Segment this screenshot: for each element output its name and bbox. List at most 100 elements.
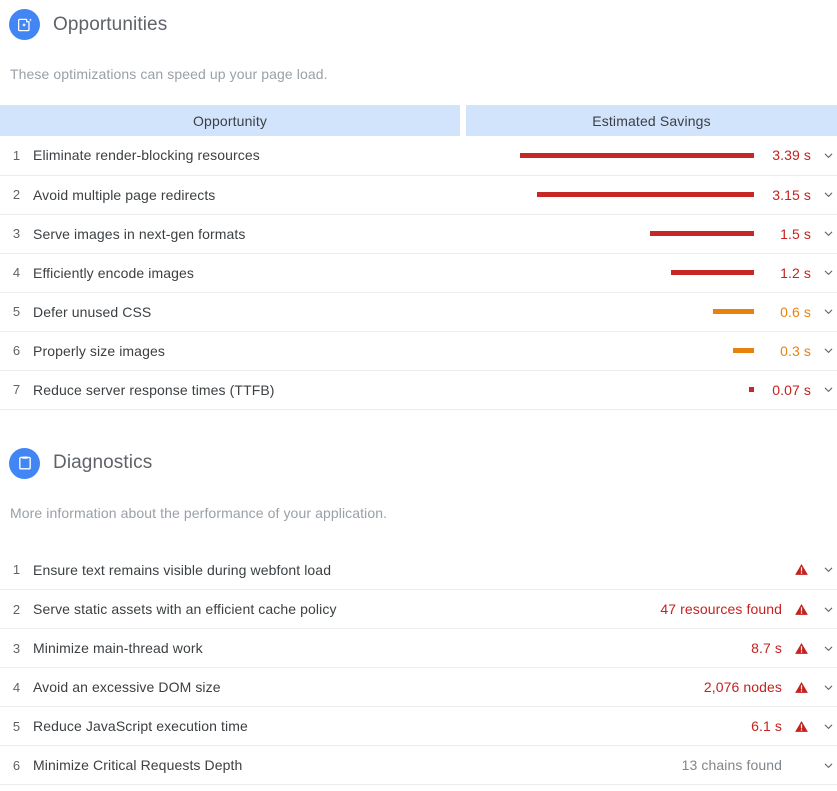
savings-value: 3.15 s (772, 186, 811, 203)
row-index: 4 (0, 667, 33, 707)
diagnostic-label: Avoid an excessive DOM size (33, 667, 463, 707)
savings-bar-track (463, 270, 765, 275)
savings-bar (650, 231, 754, 236)
opportunity-label: Defer unused CSS (33, 292, 463, 332)
clipboard-icon (9, 447, 40, 479)
opportunity-label: Efficiently encode images (33, 253, 463, 293)
savings-value: 0.3 s (780, 342, 811, 359)
diagnostic-label: Minimize Critical Requests Depth (33, 745, 463, 785)
column-header-opportunity: Opportunity (0, 105, 466, 136)
diagnostic-value: 13 chains found (681, 757, 782, 773)
opportunities-section: Opportunities These optimizations can sp… (0, 0, 837, 410)
warning-triangle-icon (792, 680, 811, 695)
table-row[interactable]: 2 Avoid multiple page redirects 3.15 s (0, 175, 837, 215)
table-row[interactable]: 3 Minimize main-thread work 8.7 s (0, 628, 837, 668)
diagnostics-description: More information about the performance o… (10, 504, 388, 521)
diagnostics-table-body: 1 Ensure text remains visible during webf… (0, 550, 837, 785)
row-index: 1 (0, 136, 33, 176)
table-row[interactable]: 1 Ensure text remains visible during webf… (0, 550, 837, 590)
table-row[interactable]: 4 Efficiently encode images 1.2 s (0, 253, 837, 293)
row-index: 5 (0, 292, 33, 332)
row-index: 6 (0, 331, 33, 371)
savings-bar-track (463, 387, 765, 392)
diagnostic-label: Reduce JavaScript execution time (33, 706, 463, 746)
opportunities-table-head: Opportunity Estimated Savings (0, 105, 837, 136)
opportunity-label: Eliminate render-blocking resources (33, 136, 463, 176)
row-index: 4 (0, 253, 33, 293)
table-row[interactable]: 1 Eliminate render-blocking resources 3.39… (0, 136, 837, 176)
row-index: 1 (0, 550, 33, 590)
diagnostic-value: 47 resources found (660, 601, 782, 617)
warning-triangle-icon (792, 562, 811, 577)
chevron-down-icon[interactable] (811, 188, 837, 201)
chevron-down-icon[interactable] (811, 305, 837, 318)
row-index: 3 (0, 214, 33, 254)
table-row[interactable]: 6 Properly size images 0.3 s (0, 331, 837, 371)
opportunities-table-body: 1 Eliminate render-blocking resources 3.39… (0, 136, 837, 410)
chevron-down-icon[interactable] (811, 149, 837, 162)
chevron-down-icon[interactable] (811, 227, 837, 240)
savings-bar (733, 348, 754, 353)
table-row[interactable]: 5 Reduce JavaScript execution time 6.1 s (0, 706, 837, 746)
row-index: 5 (0, 706, 33, 746)
diagnostic-value: 8.7 s (751, 640, 782, 656)
chevron-down-icon[interactable] (811, 603, 837, 616)
chevron-down-icon[interactable] (811, 344, 837, 357)
diagnostic-label: Serve static assets with an efficient ca… (33, 589, 463, 629)
savings-bar (671, 270, 754, 275)
diagnostics-section: Diagnostics More information about the p… (0, 410, 837, 785)
row-index: 6 (0, 745, 33, 785)
warning-triangle-icon (792, 602, 811, 617)
diagnostic-label: Ensure text remains visible during webfo… (33, 550, 463, 590)
table-row[interactable]: 7 Reduce server response times (TTFB) 0.07… (0, 370, 837, 410)
savings-bar (713, 309, 754, 314)
savings-value: 3.39 s (772, 147, 811, 164)
chevron-down-icon[interactable] (811, 681, 837, 694)
diagnostic-label: Minimize main-thread work (33, 628, 463, 668)
table-row[interactable]: 3 Serve images in next-gen formats 1.5 s (0, 214, 837, 254)
row-index: 2 (0, 589, 33, 629)
chevron-down-icon[interactable] (811, 563, 837, 576)
diagnostics-title: Diagnostics (53, 452, 153, 473)
warning-triangle-icon (792, 719, 811, 734)
page-add-icon (9, 9, 40, 40)
chevron-down-icon[interactable] (811, 759, 837, 772)
opportunity-label: Properly size images (33, 331, 463, 371)
savings-value: 1.2 s (780, 264, 811, 281)
row-index: 3 (0, 628, 33, 668)
table-row[interactable]: 5 Defer unused CSS 0.6 s (0, 292, 837, 332)
chevron-down-icon[interactable] (811, 266, 837, 279)
opportunity-label: Serve images in next-gen formats (33, 214, 463, 254)
diagnostic-value: 6.1 s (751, 718, 782, 734)
lighthouse-report-page: Opportunities These optimizations can sp… (0, 0, 837, 791)
chevron-down-icon[interactable] (811, 720, 837, 733)
chevron-down-icon[interactable] (811, 642, 837, 655)
warning-triangle-icon (792, 641, 811, 656)
row-index: 2 (0, 175, 33, 215)
row-index: 7 (0, 370, 33, 410)
savings-bar-track (463, 309, 765, 314)
opportunity-label: Avoid multiple page redirects (33, 175, 463, 215)
savings-bar-track (463, 152, 765, 158)
table-row[interactable]: 4 Avoid an excessive DOM size 2,076 nodes (0, 667, 837, 707)
diagnostics-table: 1 Ensure text remains visible during webf… (0, 550, 837, 785)
opportunities-table: Opportunity Estimated Savings 1 Eliminate… (0, 105, 837, 410)
savings-bar-track (463, 192, 765, 197)
table-row[interactable]: 6 Minimize Critical Requests Depth 13 chai… (0, 745, 837, 785)
savings-value: 1.5 s (780, 225, 811, 242)
chevron-down-icon[interactable] (811, 383, 837, 396)
opportunities-title: Opportunities (53, 13, 168, 35)
diagnostics-header: Diagnostics (0, 447, 837, 479)
savings-bar-track (463, 231, 765, 236)
savings-bar (749, 387, 754, 392)
table-row[interactable]: 2 Serve static assets with an efficient c… (0, 589, 837, 629)
column-header-estimated-savings: Estimated Savings (463, 105, 837, 136)
savings-bar (537, 192, 754, 197)
savings-value: 0.07 s (772, 381, 811, 398)
diagnostic-value: 2,076 nodes (703, 679, 782, 695)
savings-bar (520, 152, 754, 158)
savings-value: 0.6 s (780, 303, 811, 320)
opportunities-header: Opportunities (0, 9, 837, 40)
opportunity-label: Reduce server response times (TTFB) (33, 370, 463, 410)
opportunities-description: These optimizations can speed up your pa… (10, 66, 328, 82)
